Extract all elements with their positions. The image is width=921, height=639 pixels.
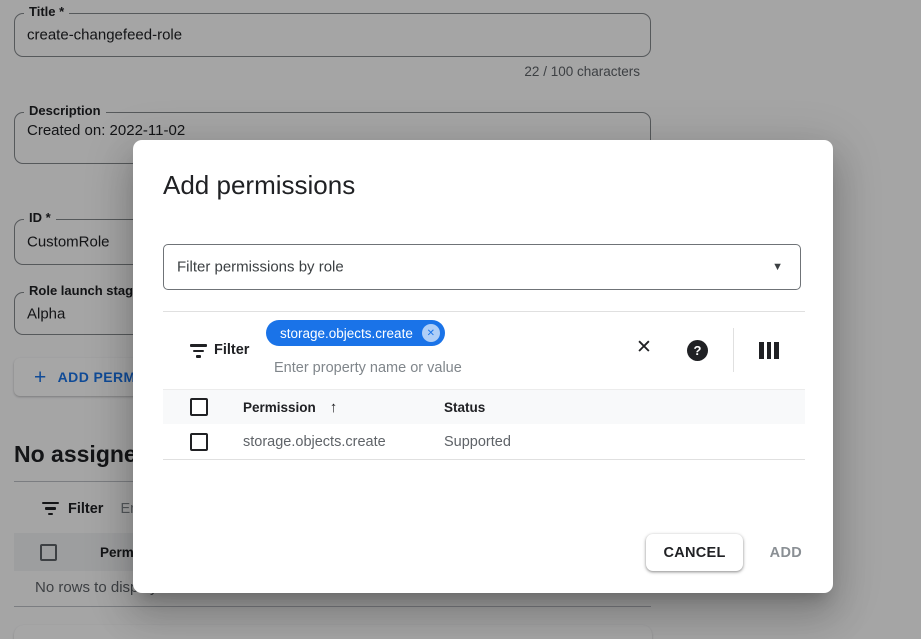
row-status-value: Supported [444, 434, 805, 450]
row-permission-value: storage.objects.create [243, 434, 444, 450]
add-permissions-dialog: Add permissions Filter permissions by ro… [133, 140, 833, 593]
chevron-down-icon: ▼ [772, 261, 783, 273]
permissions-table-panel: Filter storage.objects.create ✕ Enter pr… [163, 311, 805, 460]
filter-funnel-icon [190, 344, 207, 358]
select-all-checkbox[interactable] [190, 398, 208, 416]
filter-label: Filter [214, 342, 249, 358]
add-button[interactable]: ADD [770, 545, 802, 561]
role-filter-dropdown-value: Filter permissions by role [177, 259, 344, 276]
column-header-permission[interactable]: Permission [243, 400, 316, 415]
cancel-button[interactable]: CANCEL [646, 534, 742, 571]
column-display-icon[interactable] [759, 342, 779, 359]
table-header-row: Permission ↑ Status [163, 389, 805, 424]
create-role-page: Title * create-changefeed-role 22 / 100 … [0, 0, 921, 639]
table-filter-toolbar: Filter storage.objects.create ✕ Enter pr… [163, 312, 805, 389]
toolbar-divider [733, 328, 734, 372]
column-header-status[interactable]: Status [444, 400, 805, 415]
dialog-footer: CANCEL ADD [646, 534, 802, 571]
clear-filter-icon[interactable]: ✕ [636, 338, 652, 357]
filter-chip-text: storage.objects.create [280, 326, 413, 341]
help-icon[interactable]: ? [687, 340, 708, 361]
filter-input[interactable]: Enter property name or value [274, 360, 462, 376]
sort-ascending-arrow-icon[interactable]: ↑ [330, 399, 338, 416]
remove-chip-icon[interactable]: ✕ [422, 324, 440, 342]
table-row[interactable]: storage.objects.create Supported [163, 424, 805, 460]
row-checkbox[interactable] [190, 433, 208, 451]
dialog-title: Add permissions [163, 170, 355, 201]
role-filter-dropdown[interactable]: Filter permissions by role ▼ [163, 244, 801, 290]
filter-chip[interactable]: storage.objects.create ✕ [266, 320, 445, 346]
